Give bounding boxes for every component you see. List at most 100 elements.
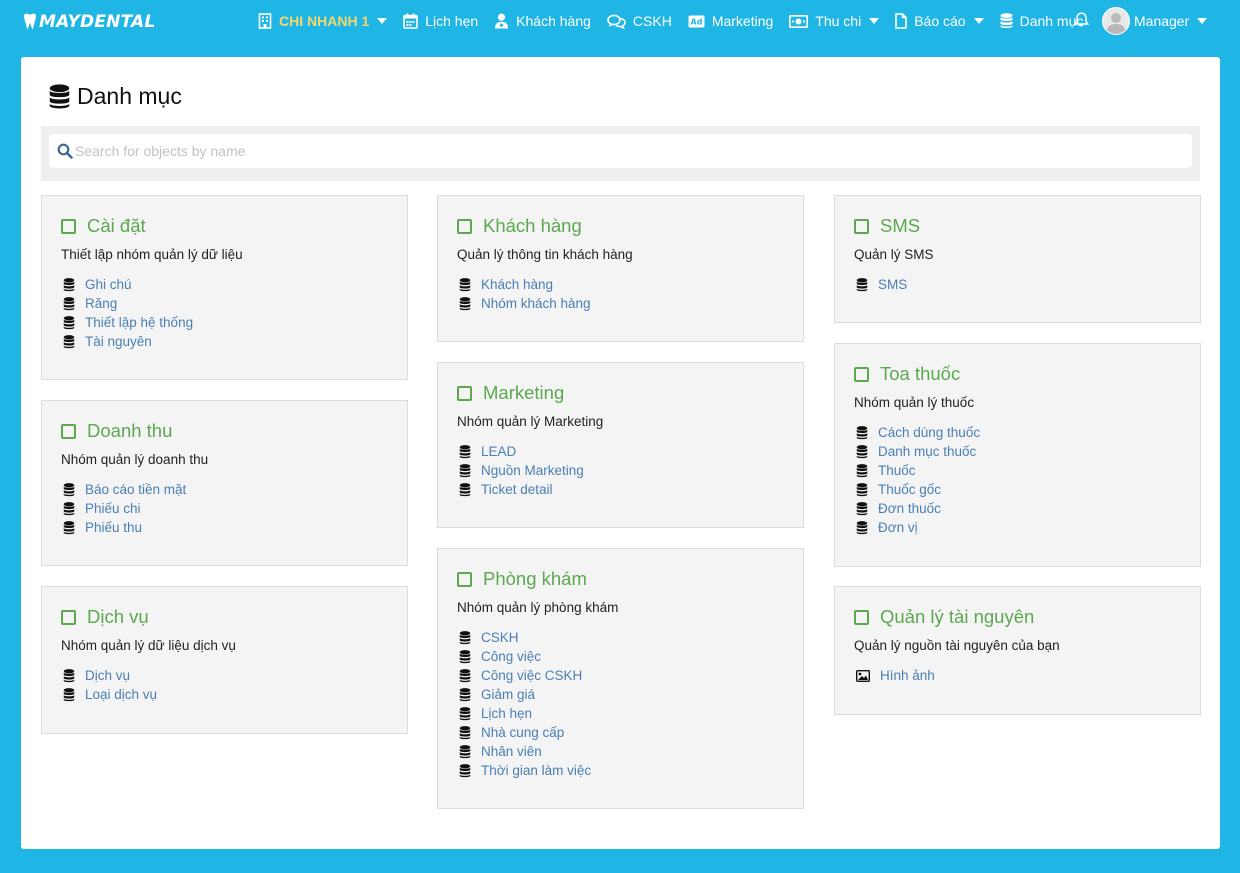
catalog-link[interactable]: LEAD [481, 444, 516, 459]
catalog-link[interactable]: Nhóm khách hàng [481, 296, 591, 311]
card-sms-header[interactable]: SMS [854, 215, 920, 237]
comments-icon [607, 14, 626, 29]
catalog-link[interactable]: Thuốc [878, 463, 916, 478]
database-icon [1000, 13, 1013, 29]
chevron-down-icon [377, 18, 388, 24]
list-item: Nhà cung cấp [459, 723, 591, 742]
brand-name: MAYDENTAL [39, 12, 156, 32]
database-icon [63, 501, 75, 516]
catalog-link[interactable]: Răng [85, 296, 117, 311]
list-item: Hình ảnh [856, 666, 935, 685]
list-item: Cách dùng thuốc [856, 423, 980, 442]
card-description: Nhóm quản lý phòng khám [457, 600, 619, 615]
card-title: Dịch vụ [87, 606, 149, 627]
chevron-down-icon [973, 18, 984, 24]
card-prescription-header[interactable]: Toa thuốc [854, 363, 960, 385]
nav-reports[interactable]: Báo cáo [895, 13, 984, 29]
catalog-link[interactable]: SMS [878, 277, 907, 292]
database-icon [459, 725, 471, 740]
card-description: Nhóm quản lý dữ liệu dịch vụ [61, 638, 236, 653]
catalog-link[interactable]: Báo cáo tiền mặt [85, 482, 186, 497]
catalog-link[interactable]: Đơn thuốc [878, 501, 941, 516]
database-icon [459, 744, 471, 759]
card-clinic-header[interactable]: Phòng khám [457, 568, 587, 590]
catalog-link[interactable]: Thiết lập hệ thống [85, 315, 193, 330]
card-title: Cài đặt [87, 215, 146, 236]
list-item: Ticket detail [459, 480, 584, 499]
database-icon [63, 520, 75, 535]
catalog-link[interactable]: Thuốc gốc [878, 482, 941, 497]
nav-customers-label: Khách hàng [516, 13, 591, 29]
checkbox-icon[interactable] [457, 385, 472, 401]
catalog-link[interactable]: CSKH [481, 630, 519, 645]
card-resources-header[interactable]: Quản lý tài nguyên [854, 606, 1034, 628]
card-settings-header[interactable]: Cài đặt [61, 215, 146, 237]
catalog-link[interactable]: Đơn vị [878, 520, 918, 535]
checkbox-icon[interactable] [61, 423, 76, 439]
catalog-link[interactable]: Danh mục thuốc [878, 444, 976, 459]
nav-finance[interactable]: Thu chi [789, 13, 880, 29]
catalog-link[interactable]: Giảm giá [481, 687, 535, 702]
money-bill-icon [789, 14, 809, 28]
checkbox-icon[interactable] [61, 609, 76, 625]
notifications-bell-icon[interactable] [1073, 12, 1090, 31]
catalog-link[interactable]: Lịch hẹn [481, 706, 532, 721]
checkbox-icon[interactable] [457, 571, 472, 587]
catalog-link[interactable]: Thời gian làm việc [481, 763, 591, 778]
database-icon [49, 83, 70, 108]
nav-appointments[interactable]: Lịch hẹn [403, 13, 478, 29]
card-services-header[interactable]: Dịch vụ [61, 606, 149, 628]
card-services: Dịch vụ Nhóm quản lý dữ liệu dịch vụ Dịc… [41, 586, 408, 734]
list-item: CSKH [459, 628, 591, 647]
nav-care[interactable]: CSKH [607, 13, 672, 29]
user-name: Manager [1134, 13, 1190, 29]
card-revenue: Doanh thu Nhóm quản lý doanh thu Báo cáo… [41, 400, 408, 566]
ad-icon: Ad [688, 15, 705, 27]
checkbox-icon[interactable] [854, 218, 869, 234]
catalog-link[interactable]: Khách hàng [481, 277, 553, 292]
card-marketing: Marketing Nhóm quản lý Marketing LEAD Ngu… [437, 362, 804, 528]
checkbox-icon[interactable] [457, 218, 472, 234]
search-input[interactable] [75, 136, 1175, 166]
nav-marketing[interactable]: Ad Marketing [688, 13, 773, 29]
catalog-link[interactable]: Nhà cung cấp [481, 725, 564, 740]
list-item: Lịch hẹn [459, 704, 591, 723]
tooth-logo-icon [24, 13, 36, 30]
catalog-link[interactable]: Ghi chú [85, 277, 132, 292]
database-icon [856, 444, 868, 459]
checkbox-icon[interactable] [854, 366, 869, 382]
user-doctor-icon [495, 13, 509, 29]
brand-logo[interactable]: MAYDENTAL [22, 9, 155, 35]
catalog-link[interactable]: Công việc [481, 649, 541, 664]
catalog-link[interactable]: Công việc CSKH [481, 668, 582, 683]
card-customers-header[interactable]: Khách hàng [457, 215, 582, 237]
card-title: Quản lý tài nguyên [880, 606, 1035, 627]
catalog-link[interactable]: Nguồn Marketing [481, 463, 584, 478]
catalog-link[interactable]: Tài nguyên [85, 334, 152, 349]
catalog-link[interactable]: Loại dịch vụ [85, 687, 157, 702]
checkbox-icon[interactable] [854, 609, 869, 625]
nav-customers[interactable]: Khách hàng [494, 13, 591, 29]
user-menu[interactable]: Manager [1102, 7, 1208, 35]
card-item-list: SMS [856, 275, 907, 294]
catalog-link[interactable]: Dịch vụ [85, 668, 130, 683]
nav-reports-label: Báo cáo [914, 13, 966, 29]
catalog-link[interactable]: Nhân viên [481, 744, 542, 759]
catalog-link[interactable]: Hình ảnh [880, 668, 935, 683]
card-revenue-header[interactable]: Doanh thu [61, 420, 172, 442]
chevron-down-icon [1197, 18, 1208, 24]
card-marketing-header[interactable]: Marketing [457, 382, 564, 404]
catalog-link[interactable]: Phiếu thu [85, 520, 142, 535]
nav-branch-select[interactable]: CHI NHANH 1 [258, 13, 388, 29]
catalog-link[interactable]: Phiếu chi [85, 501, 141, 516]
search-icon [57, 143, 73, 159]
database-icon [459, 482, 471, 497]
nav-catalog[interactable]: Danh mục [1000, 13, 1083, 29]
database-icon [856, 520, 868, 535]
checkbox-icon[interactable] [61, 218, 76, 234]
card-item-list: Ghi chú Răng Thiết lập hệ thống Tài nguyên [63, 275, 193, 351]
card-customers: Khách hàng Quản lý thông tin khách hàng … [437, 195, 804, 342]
card-title: Phòng khám [483, 568, 587, 589]
catalog-link[interactable]: Ticket detail [481, 482, 553, 497]
catalog-link[interactable]: Cách dùng thuốc [878, 425, 980, 440]
